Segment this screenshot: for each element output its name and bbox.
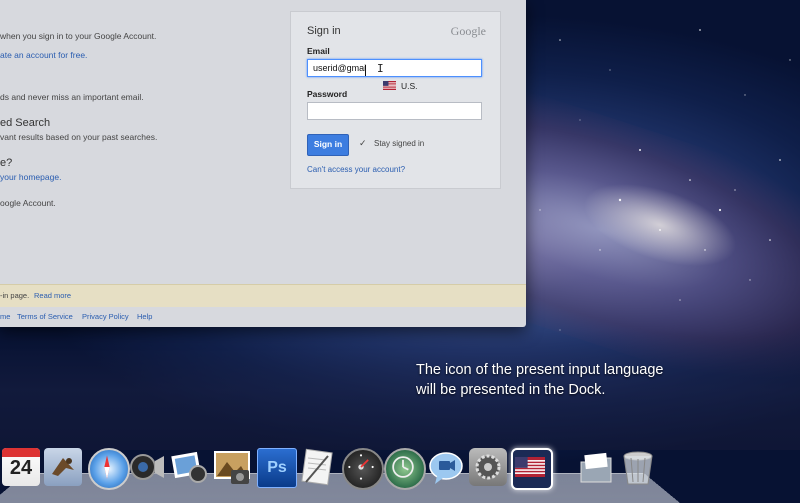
checkmark-icon: ✓ bbox=[359, 138, 367, 148]
us-flag-icon bbox=[383, 81, 396, 90]
homepage-heading: e? bbox=[0, 157, 13, 169]
textedit-icon[interactable] bbox=[298, 448, 336, 486]
text-caret bbox=[365, 65, 366, 76]
banner-text: -in page. bbox=[0, 291, 30, 300]
password-label: Password bbox=[307, 89, 348, 99]
image-capture-icon[interactable] bbox=[213, 448, 251, 486]
ibeam-cursor-icon: I bbox=[377, 62, 384, 75]
trash-icon[interactable] bbox=[619, 448, 657, 486]
footer-link-home[interactable]: me bbox=[0, 312, 10, 321]
banner-read-more-link[interactable]: Read more bbox=[34, 291, 71, 300]
facetime-camera-icon[interactable] bbox=[128, 448, 166, 486]
homepage-link[interactable]: your homepage. bbox=[0, 172, 61, 182]
google-logo: Google bbox=[450, 24, 486, 38]
footer-link-help[interactable]: Help bbox=[137, 312, 152, 321]
time-machine-icon[interactable] bbox=[384, 448, 426, 490]
info-banner: -in page. Read more bbox=[0, 284, 526, 307]
system-preferences-icon[interactable] bbox=[469, 448, 507, 486]
cant-access-link[interactable]: Can't access your account? bbox=[307, 165, 405, 174]
calendar-icon[interactable]: 24 bbox=[2, 448, 40, 486]
ichat-icon[interactable] bbox=[427, 448, 465, 486]
search-feature-heading: ed Search bbox=[0, 117, 51, 129]
documents-stack-icon[interactable] bbox=[577, 448, 615, 486]
tutorial-caption: The icon of the present input language w… bbox=[416, 360, 663, 400]
browser-window: when you sign in to your Google Account.… bbox=[0, 0, 526, 327]
signin-panel: Sign in Google Email userid@gmai Passwor… bbox=[290, 11, 501, 189]
search-feature-text: vant results based on your past searches… bbox=[0, 132, 158, 142]
stay-signed-in-label: Stay signed in bbox=[374, 139, 425, 148]
signin-title: Sign in bbox=[307, 25, 341, 37]
create-account-link[interactable]: ate an account for free. bbox=[0, 50, 87, 60]
gmail-feature-text: ds and never miss an important email. bbox=[0, 92, 144, 102]
intro-text: when you sign in to your Google Account. bbox=[0, 31, 157, 41]
caption-line-2: will be presented in the Dock. bbox=[416, 382, 606, 398]
photoshop-icon[interactable]: Ps bbox=[257, 448, 297, 488]
footer-link-terms[interactable]: Terms of Service bbox=[17, 312, 73, 321]
dashboard-icon[interactable] bbox=[342, 448, 384, 490]
email-label: Email bbox=[307, 46, 330, 56]
footer-link-privacy[interactable]: Privacy Policy bbox=[82, 312, 129, 321]
us-flag-input-icon[interactable] bbox=[511, 448, 553, 490]
password-field[interactable] bbox=[307, 102, 482, 120]
safari-icon[interactable] bbox=[88, 448, 130, 490]
signin-button[interactable]: Sign in bbox=[307, 134, 349, 156]
mail-icon[interactable] bbox=[44, 448, 82, 486]
google-account-text: oogle Account. bbox=[0, 198, 56, 208]
input-language-label: U.S. bbox=[401, 81, 418, 91]
calendar-day: 24 bbox=[9, 457, 33, 479]
iphoto-icon[interactable] bbox=[170, 448, 208, 486]
email-field[interactable]: userid@gmai bbox=[307, 59, 482, 77]
caption-line-1: The icon of the present input language bbox=[416, 362, 664, 378]
